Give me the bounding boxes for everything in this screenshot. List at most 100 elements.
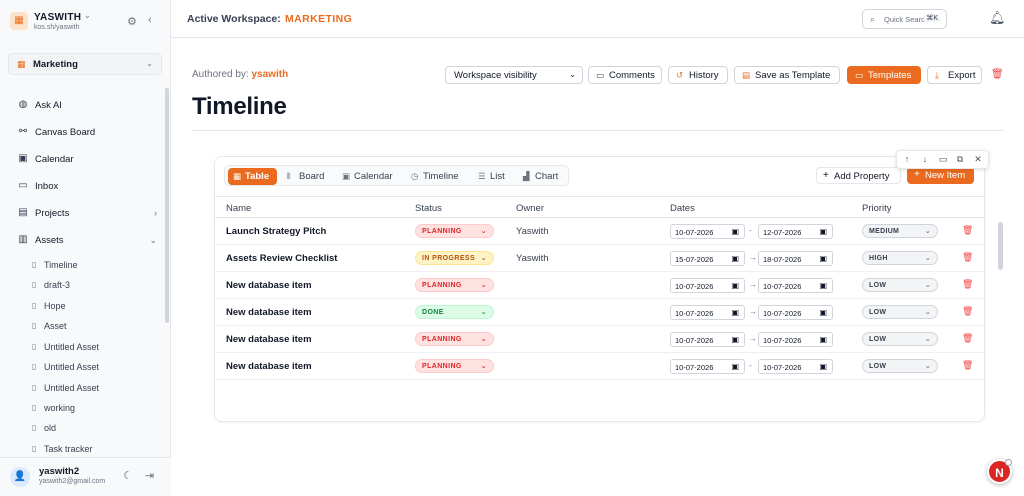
status-badge[interactable]: IN PROGRESS ⌄	[415, 251, 494, 265]
trash-icon[interactable]: 🗑︎	[962, 252, 973, 263]
start-date-input[interactable]: 10-07-2026 ▣	[670, 278, 745, 293]
start-date-input[interactable]: 10-07-2026 ▣	[670, 305, 745, 320]
date-separator: →	[749, 307, 757, 316]
sidebar-item-calendar[interactable]: ▣ Calendar	[17, 152, 157, 168]
arrow-down-icon[interactable]: ↓	[919, 154, 931, 164]
column-header-name[interactable]: Name	[226, 203, 251, 214]
end-date-input[interactable]: 12-07-2026 ▣	[758, 224, 833, 239]
column-header-priority[interactable]: Priority	[862, 203, 892, 214]
owner-cell[interactable]: Yaswith	[516, 253, 549, 264]
table-row[interactable]: New database item DONE ⌄ 10-07-2026 ▣ → 10…	[215, 299, 984, 326]
history-button[interactable]: ↺ History	[668, 66, 728, 84]
asset-item[interactable]: ▯ Asset	[32, 320, 152, 334]
end-date-input[interactable]: 10-07-2026 ▣	[758, 332, 833, 347]
asset-item[interactable]: ▯ draft-3	[32, 279, 152, 293]
add-property-button[interactable]: + Add Property	[816, 167, 901, 184]
start-date-input[interactable]: 15-07-2026 ▣	[670, 251, 745, 266]
trash-icon[interactable]: 🗑︎	[962, 306, 973, 317]
item-name[interactable]: New database item	[226, 280, 312, 291]
end-date-input[interactable]: 18-07-2026 ▣	[758, 251, 833, 266]
asset-item[interactable]: ▯ Task tracker	[32, 443, 152, 457]
status-badge[interactable]: PLANNING ⌄	[415, 224, 494, 238]
arrow-up-icon[interactable]: ↑	[901, 154, 913, 164]
end-date-input[interactable]: 10-07-2026 ▣	[758, 278, 833, 293]
bell-icon[interactable]: 🔔︎	[989, 10, 1006, 26]
workspace-header[interactable]: ▦ YASWITH ⌄ kos.sh/yaswith ⚙ ‹	[10, 10, 160, 36]
comment-icon[interactable]: ▭	[937, 154, 949, 165]
trash-icon[interactable]: 🗑︎	[962, 333, 973, 344]
column-header-status[interactable]: Status	[415, 203, 442, 214]
chevron-down-icon[interactable]: ⌄	[84, 11, 91, 20]
duplicate-icon[interactable]: ⧉	[954, 154, 966, 165]
column-header-dates[interactable]: Dates	[670, 203, 695, 214]
sidebar-item-canvas-board[interactable]: ⚯ Canvas Board	[17, 125, 157, 141]
templates-button[interactable]: ▭ Templates	[847, 66, 921, 84]
tab-chart[interactable]: ▟ Chart	[518, 168, 564, 185]
main-scrollbar[interactable]	[998, 222, 1003, 270]
trash-icon[interactable]: 🗑︎	[962, 279, 973, 290]
table-row[interactable]: Launch Strategy Pitch PLANNING ⌄ Yaswith …	[215, 218, 984, 245]
visibility-select[interactable]: Workspace visibility ⌄	[445, 66, 583, 84]
trash-icon[interactable]: 🗑︎	[962, 225, 973, 236]
user-email: yaswith2@gmail.com	[39, 478, 106, 485]
asset-item[interactable]: ▯ Untitled Asset	[32, 341, 152, 355]
sidebar-item-assets[interactable]: ▥ Assets ⌄	[17, 233, 157, 249]
asset-item[interactable]: ▯ Timeline	[32, 259, 152, 273]
tab-timeline[interactable]: ◷ Timeline	[406, 168, 466, 185]
asset-item[interactable]: ▯ working	[32, 402, 152, 416]
priority-select[interactable]: MEDIUM ⌄	[862, 224, 938, 238]
priority-select[interactable]: LOW ⌄	[862, 305, 938, 319]
item-name[interactable]: New database item	[226, 361, 312, 372]
status-badge[interactable]: PLANNING ⌄	[415, 278, 494, 292]
moon-icon[interactable]: ☾	[123, 469, 133, 482]
export-button[interactable]: ⤓ Export	[927, 66, 982, 84]
quick-search[interactable]: ⌕ Quick Search... ⌘K	[862, 9, 947, 29]
author-name[interactable]: ysawith	[252, 69, 289, 80]
new-item-button[interactable]: + New Item	[907, 167, 974, 184]
item-name[interactable]: New database item	[226, 307, 312, 318]
sidebar-item-projects[interactable]: ▤ Projects ›	[17, 206, 157, 222]
end-date-input[interactable]: 10-07-2026 ▣	[758, 359, 833, 374]
status-badge[interactable]: DONE ⌄	[415, 305, 494, 319]
column-header-owner[interactable]: Owner	[516, 203, 544, 214]
table-row[interactable]: New database item PLANNING ⌄ 10-07-2026 ▣ …	[215, 272, 984, 299]
start-date-input[interactable]: 10-07-2026 ▣	[670, 359, 745, 374]
priority-select[interactable]: LOW ⌄	[862, 278, 938, 292]
priority-select[interactable]: LOW ⌄	[862, 332, 938, 346]
asset-item[interactable]: ▯ Untitled Asset	[32, 382, 152, 396]
close-icon[interactable]: ✕	[972, 154, 984, 165]
priority-select[interactable]: LOW ⌄	[862, 359, 938, 373]
table-row[interactable]: New database item PLANNING ⌄ 10-07-2026 ▣ …	[215, 326, 984, 353]
item-name[interactable]: New database item	[226, 334, 312, 345]
start-date-input[interactable]: 10-07-2026 ▣	[670, 224, 745, 239]
avatar[interactable]: 👤	[10, 467, 30, 487]
collapse-sidebar-icon[interactable]: ‹	[148, 14, 152, 26]
status-badge[interactable]: PLANNING ⌄	[415, 332, 494, 346]
item-name[interactable]: Launch Strategy Pitch	[226, 226, 326, 237]
start-date-input[interactable]: 10-07-2026 ▣	[670, 332, 745, 347]
sidebar-item-ask-ai[interactable]: ◍ Ask AI	[17, 98, 157, 114]
priority-select[interactable]: HIGH ⌄	[862, 251, 938, 265]
table-row[interactable]: Assets Review Checklist IN PROGRESS ⌄ Yas…	[215, 245, 984, 272]
trash-icon[interactable]: 🗑︎	[962, 360, 973, 371]
owner-cell[interactable]: Yaswith	[516, 226, 549, 237]
asset-item[interactable]: ▯ Hope	[32, 300, 152, 314]
asset-item[interactable]: ▯ Untitled Asset	[32, 361, 152, 375]
logout-icon[interactable]: ⇥	[145, 469, 154, 482]
tab-table[interactable]: ▦ Table	[228, 168, 277, 185]
end-date-input[interactable]: 10-07-2026 ▣	[758, 305, 833, 320]
table-row[interactable]: New database item PLANNING ⌄ 10-07-2026 ▣ …	[215, 353, 984, 380]
save-as-template-button[interactable]: ▤ Save as Template	[734, 66, 840, 84]
sidebar-scrollbar[interactable]	[165, 88, 169, 323]
comments-button[interactable]: ▭ Comments	[588, 66, 662, 84]
sidebar-item-inbox[interactable]: ▭ Inbox	[17, 179, 157, 195]
workspace-selector[interactable]: ▦ Marketing ⌄	[8, 53, 162, 75]
gear-icon[interactable]: ⚙	[127, 15, 137, 28]
tab-list[interactable]: ☰ List	[473, 168, 511, 185]
tab-calendar[interactable]: ▣ Calendar	[337, 168, 401, 185]
status-badge[interactable]: PLANNING ⌄	[415, 359, 494, 373]
item-name[interactable]: Assets Review Checklist	[226, 253, 337, 264]
trash-icon[interactable]: 🗑︎	[991, 69, 1004, 80]
asset-item[interactable]: ▯ old	[32, 422, 152, 436]
tab-board[interactable]: ⫴ Board	[282, 168, 332, 185]
